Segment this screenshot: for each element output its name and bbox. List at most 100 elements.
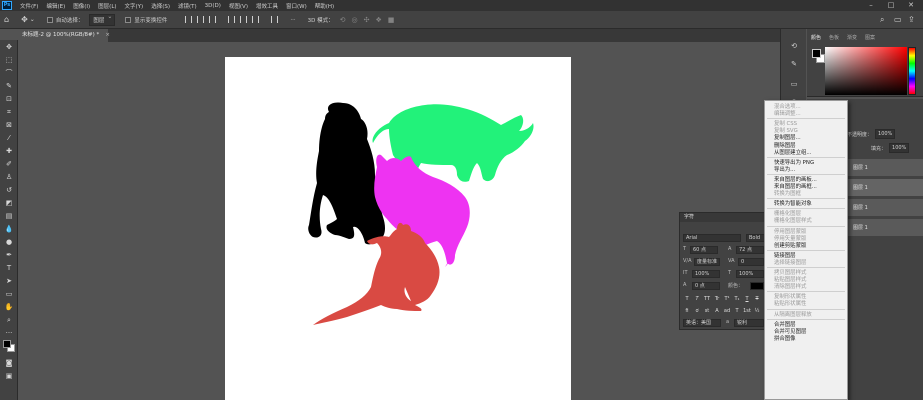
menu-window[interactable]: 窗口(W) (286, 2, 307, 10)
stylistic-button[interactable]: A (713, 307, 721, 315)
context-menu-item[interactable]: 导出为... (774, 166, 795, 174)
minimize-icon[interactable]: – (864, 0, 878, 11)
context-menu-item[interactable]: 从隔离图层释放 (774, 311, 812, 319)
leading-input[interactable]: 72 点 (736, 246, 764, 254)
horizontal-scale-input[interactable]: 100% (736, 270, 764, 278)
context-menu-item[interactable]: 转换为智能对象 (774, 200, 812, 208)
menu-file[interactable]: 文件(F) (20, 2, 38, 10)
fill-control[interactable]: 填充： 100% (847, 141, 921, 155)
fraction-button[interactable]: ½ (753, 307, 761, 315)
subscript-button[interactable]: T₁ (733, 295, 741, 303)
brush-tool-icon[interactable]: ✐ (2, 159, 16, 170)
lasso-tool-icon[interactable]: ⌒ (2, 68, 16, 79)
align-left-icon[interactable] (185, 16, 193, 23)
eraser-tool-icon[interactable]: ◩ (2, 198, 16, 209)
slide-3d-icon[interactable]: ❖ (375, 16, 381, 24)
menu-plugins[interactable]: 增效工具 (256, 2, 278, 10)
baseline-shift-input[interactable]: 0 点 (692, 282, 720, 290)
menu-filter[interactable]: 滤镜(T) (178, 2, 197, 10)
menu-image[interactable]: 图像(I) (73, 2, 90, 10)
roll-3d-icon[interactable]: ◎ (351, 16, 357, 24)
quick-select-tool-icon[interactable]: ✎ (2, 81, 16, 92)
document-canvas[interactable] (225, 57, 571, 400)
more-options-icon[interactable]: ··· (290, 17, 295, 23)
more-tools-icon[interactable]: ··· (2, 328, 16, 339)
healing-brush-tool-icon[interactable]: ✚ (2, 146, 16, 157)
frame-tool-icon[interactable]: ⊠ (2, 120, 16, 131)
align-top-icon[interactable] (228, 16, 236, 23)
context-menu-item[interactable]: 从图层建立组... (774, 149, 812, 157)
document-tab[interactable]: 未标题-2 @ 100%(RGB/8#) * × (18, 29, 110, 42)
antialias-select[interactable]: 锐利 (734, 319, 764, 327)
menu-select[interactable]: 选择(S) (151, 2, 170, 10)
context-menu-item[interactable]: 创建剪贴蒙版 (774, 242, 806, 250)
tracking-input[interactable]: 0 (738, 258, 764, 266)
discretionary-ligature-button[interactable]: ơ (693, 307, 701, 315)
brush-settings-icon[interactable]: ✎ (788, 59, 800, 69)
clone-stamp-tool-icon[interactable]: ♙ (2, 172, 16, 183)
menu-type[interactable]: 文字(Y) (125, 2, 144, 10)
move-tool-icon[interactable]: ✥ (2, 42, 16, 53)
context-menu-item[interactable]: 转换为图框 (774, 190, 801, 198)
vertical-scale-input[interactable]: 100% (692, 270, 720, 278)
language-select[interactable]: 英语：美国 (683, 319, 721, 327)
hand-tool-icon[interactable]: ✋ (2, 302, 16, 313)
context-menu-item[interactable]: 栅格化图层样式 (774, 217, 812, 225)
auto-select-dropdown[interactable]: 图层 (89, 13, 116, 26)
tab-gradients[interactable]: 渐变 (847, 34, 857, 41)
comment-icon[interactable]: ▭ (788, 79, 800, 89)
share-icon[interactable]: ⇪ (908, 15, 915, 24)
auto-select-value[interactable]: 图层 (89, 13, 116, 26)
checkbox-box[interactable] (125, 16, 132, 23)
faux-italic-button[interactable]: T (693, 295, 701, 303)
home-icon[interactable]: ⌂ (4, 15, 9, 24)
ligature-button[interactable]: fi (683, 307, 691, 315)
screen-mode-icon[interactable]: ▣ (2, 371, 16, 382)
panel-foreground-swatch[interactable] (812, 49, 821, 58)
close-icon[interactable]: ✕ (904, 0, 918, 11)
faux-bold-button[interactable]: T (683, 295, 691, 303)
history-brush-tool-icon[interactable]: ↺ (2, 185, 16, 196)
gradient-tool-icon[interactable]: ▤ (2, 211, 16, 222)
quick-mask-icon[interactable]: ◙ (2, 358, 16, 369)
gorilla-silhouette[interactable] (308, 102, 385, 245)
type-tool-icon[interactable]: T (2, 263, 16, 274)
layer-row[interactable]: 图层 1 (847, 219, 923, 237)
font-family-select[interactable]: Arial (683, 234, 741, 242)
context-menu-item[interactable]: 拼合图像 (774, 335, 796, 343)
close-tab-icon[interactable]: × (105, 32, 110, 38)
font-size-input[interactable]: 60 点 (690, 246, 718, 254)
kerning-select[interactable]: 度量标准 (694, 258, 720, 266)
align-bottom-icon[interactable] (252, 16, 260, 23)
layer-row[interactable]: 图层 1 (847, 159, 923, 177)
distribute-icon[interactable] (271, 16, 279, 23)
pen-tool-icon[interactable]: ✒ (2, 250, 16, 261)
video-camera-icon[interactable]: ■ (388, 16, 395, 24)
titling-button[interactable]: ad (723, 307, 731, 315)
menu-3d[interactable]: 3D(D) (205, 3, 221, 9)
swash-button[interactable]: st (703, 307, 711, 315)
pan-3d-icon[interactable]: ✣ (364, 16, 370, 24)
underline-button[interactable]: T (743, 295, 751, 303)
text-color-swatch[interactable] (750, 282, 764, 290)
tab-swatches[interactable]: 色板 (829, 34, 839, 41)
all-caps-button[interactable]: TT (703, 295, 711, 303)
align-right-icon[interactable] (209, 16, 217, 23)
superscript-button[interactable]: T¹ (723, 295, 731, 303)
layer-row[interactable]: 图层 1 (847, 179, 923, 197)
history-icon[interactable]: ⟲ (788, 41, 800, 51)
path-select-tool-icon[interactable]: ➤ (2, 276, 16, 287)
tab-patterns[interactable]: 图案 (865, 34, 875, 41)
fill-input[interactable]: 100% (889, 143, 910, 153)
opacity-input[interactable]: 100% (875, 129, 896, 139)
small-caps-button[interactable]: Tr (713, 295, 721, 303)
orbit-3d-icon[interactable]: ⟲ (340, 16, 346, 24)
foreground-color-swatch[interactable] (3, 340, 11, 348)
zoom-tool-icon[interactable]: ⌕ (2, 315, 16, 326)
menu-help[interactable]: 帮助(H) (315, 2, 334, 10)
dodge-tool-icon[interactable]: ● (2, 237, 16, 248)
chevron-down-icon[interactable]: ⌄ (30, 16, 35, 23)
ordinal-button[interactable]: 1st (743, 307, 751, 315)
workspace-icon[interactable]: ▭ (894, 15, 902, 24)
auto-select-checkbox[interactable]: 自动选择： (46, 16, 83, 24)
